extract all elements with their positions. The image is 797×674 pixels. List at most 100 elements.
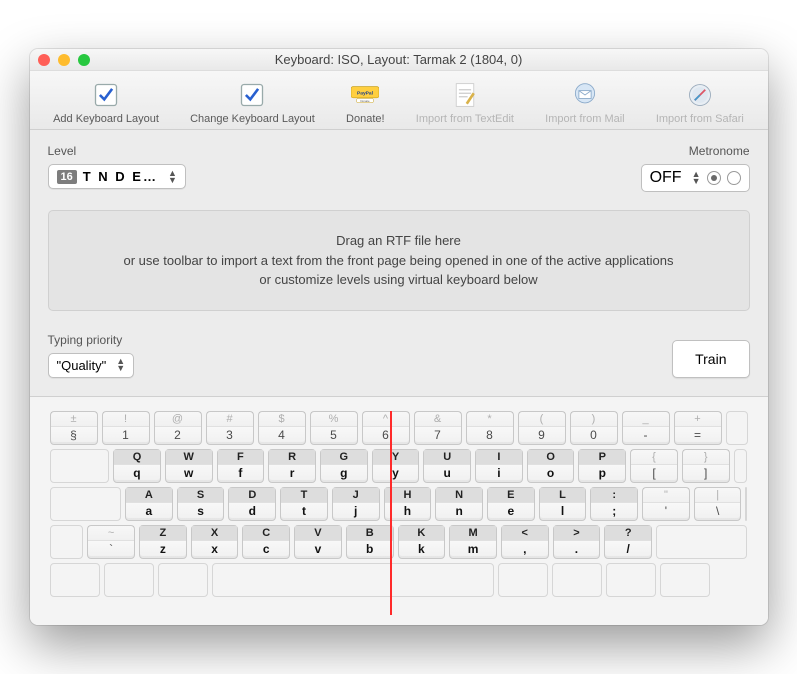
key-;[interactable]: :;	[590, 487, 638, 521]
key-d[interactable]: Dd	[228, 487, 276, 521]
key-upper: @	[155, 412, 201, 427]
key-upper: ±	[51, 412, 97, 427]
key-b[interactable]: Bb	[346, 525, 394, 559]
key-upper: &	[415, 412, 461, 427]
key-8[interactable]: *8	[466, 411, 514, 445]
key-upper: |	[695, 488, 741, 503]
key-n[interactable]: Nn	[435, 487, 483, 521]
drop-zone[interactable]: Drag an RTF file here or use toolbar to …	[48, 210, 750, 311]
metronome-radio-off[interactable]	[707, 171, 721, 185]
metronome-control[interactable]: OFF ▲▼	[641, 164, 750, 192]
key-'[interactable]: "'	[642, 487, 690, 521]
toolbar-change-layout[interactable]: Change Keyboard Layout	[186, 77, 319, 127]
key-lower: p	[599, 465, 606, 481]
key-upper: >	[554, 526, 600, 541]
key-2[interactable]: @2	[154, 411, 202, 445]
key-blank	[745, 487, 747, 521]
textedit-icon	[449, 79, 481, 111]
key-][interactable]: }]	[682, 449, 730, 483]
key-9[interactable]: (9	[518, 411, 566, 445]
key-s[interactable]: Ss	[177, 487, 225, 521]
key-a[interactable]: Aa	[125, 487, 173, 521]
metronome-group: Metronome OFF ▲▼	[641, 144, 750, 192]
key-lower: ]	[704, 465, 707, 481]
key-[[interactable]: {[	[630, 449, 678, 483]
key-r[interactable]: Rr	[268, 449, 316, 483]
key-upper: Q	[114, 450, 160, 465]
key-f[interactable]: Ff	[217, 449, 265, 483]
key-z[interactable]: Zz	[139, 525, 187, 559]
key-lower: a	[146, 503, 153, 519]
key-u[interactable]: Uu	[423, 449, 471, 483]
key-upper: ?	[605, 526, 651, 541]
stepper-icon: ▲▼	[692, 171, 701, 185]
toolbar-add-layout[interactable]: Add Keyboard Layout	[49, 77, 163, 127]
key-0[interactable]: )0	[570, 411, 618, 445]
metronome-radio-on[interactable]	[727, 171, 741, 185]
key-blank	[50, 449, 110, 483]
key-blank	[656, 525, 747, 559]
key-k[interactable]: Kk	[398, 525, 446, 559]
metronome-label: Metronome	[641, 144, 750, 158]
key-5[interactable]: %5	[310, 411, 358, 445]
key-e[interactable]: Ee	[487, 487, 535, 521]
level-selector[interactable]: 16 T N D E… ▲▼	[48, 164, 186, 189]
key-c[interactable]: Cc	[242, 525, 290, 559]
key--[interactable]: _-	[622, 411, 670, 445]
key-j[interactable]: Jj	[332, 487, 380, 521]
key-upper: $	[259, 412, 305, 427]
key-l[interactable]: Ll	[539, 487, 587, 521]
window-title: Keyboard: ISO, Layout: Tarmak 2 (1804, 0…	[30, 52, 768, 67]
key-4[interactable]: $4	[258, 411, 306, 445]
key-`[interactable]: ~`	[87, 525, 135, 559]
key-lower: 0	[590, 427, 597, 443]
key-m[interactable]: Mm	[449, 525, 497, 559]
key-o[interactable]: Oo	[527, 449, 575, 483]
key-6[interactable]: ^6	[362, 411, 410, 445]
key-blank	[660, 563, 710, 597]
key-upper: H	[385, 488, 431, 503]
key-x[interactable]: Xx	[191, 525, 239, 559]
key-lower: s	[197, 503, 204, 519]
key-h[interactable]: Hh	[384, 487, 432, 521]
key-=[interactable]: +=	[674, 411, 722, 445]
key-upper: _	[623, 412, 669, 427]
key-upper: }	[683, 450, 729, 465]
key-lower: c	[263, 541, 270, 557]
key-7[interactable]: &7	[414, 411, 462, 445]
key-upper: *	[467, 412, 513, 427]
key-upper: C	[243, 526, 289, 541]
key-w[interactable]: Ww	[165, 449, 213, 483]
key-g[interactable]: Gg	[320, 449, 368, 483]
toolbar-import-textedit-label: Import from TextEdit	[416, 113, 514, 125]
key-upper: O	[528, 450, 574, 465]
key-.[interactable]: >.	[553, 525, 601, 559]
key-\[interactable]: |\	[694, 487, 742, 521]
key-1[interactable]: !1	[102, 411, 150, 445]
toolbar-import-textedit[interactable]: Import from TextEdit	[412, 77, 518, 127]
key-y[interactable]: Yy	[372, 449, 420, 483]
key-upper: "	[643, 488, 689, 503]
key-upper: {	[631, 450, 677, 465]
train-button[interactable]: Train	[672, 340, 749, 378]
key-i[interactable]: Ii	[475, 449, 523, 483]
key-p[interactable]: Pp	[578, 449, 626, 483]
key-upper: ~	[88, 526, 134, 541]
key-blank	[104, 563, 154, 597]
safari-icon	[684, 79, 716, 111]
key-upper: K	[399, 526, 445, 541]
toolbar-import-mail[interactable]: Import from Mail	[541, 77, 628, 127]
key-§[interactable]: ±§	[50, 411, 98, 445]
level-label: Level	[48, 144, 186, 158]
key-/[interactable]: ?/	[604, 525, 652, 559]
key-3[interactable]: #3	[206, 411, 254, 445]
key-t[interactable]: Tt	[280, 487, 328, 521]
priority-selector[interactable]: "Quality" ▲▼	[48, 353, 135, 378]
key-v[interactable]: Vv	[294, 525, 342, 559]
key-space[interactable]	[212, 563, 494, 597]
toolbar-donate[interactable]: PayPalDonate Donate!	[342, 77, 389, 127]
key-,[interactable]: <,	[501, 525, 549, 559]
key-q[interactable]: Qq	[113, 449, 161, 483]
toolbar-import-safari[interactable]: Import from Safari	[652, 77, 748, 127]
key-upper: +	[675, 412, 721, 427]
